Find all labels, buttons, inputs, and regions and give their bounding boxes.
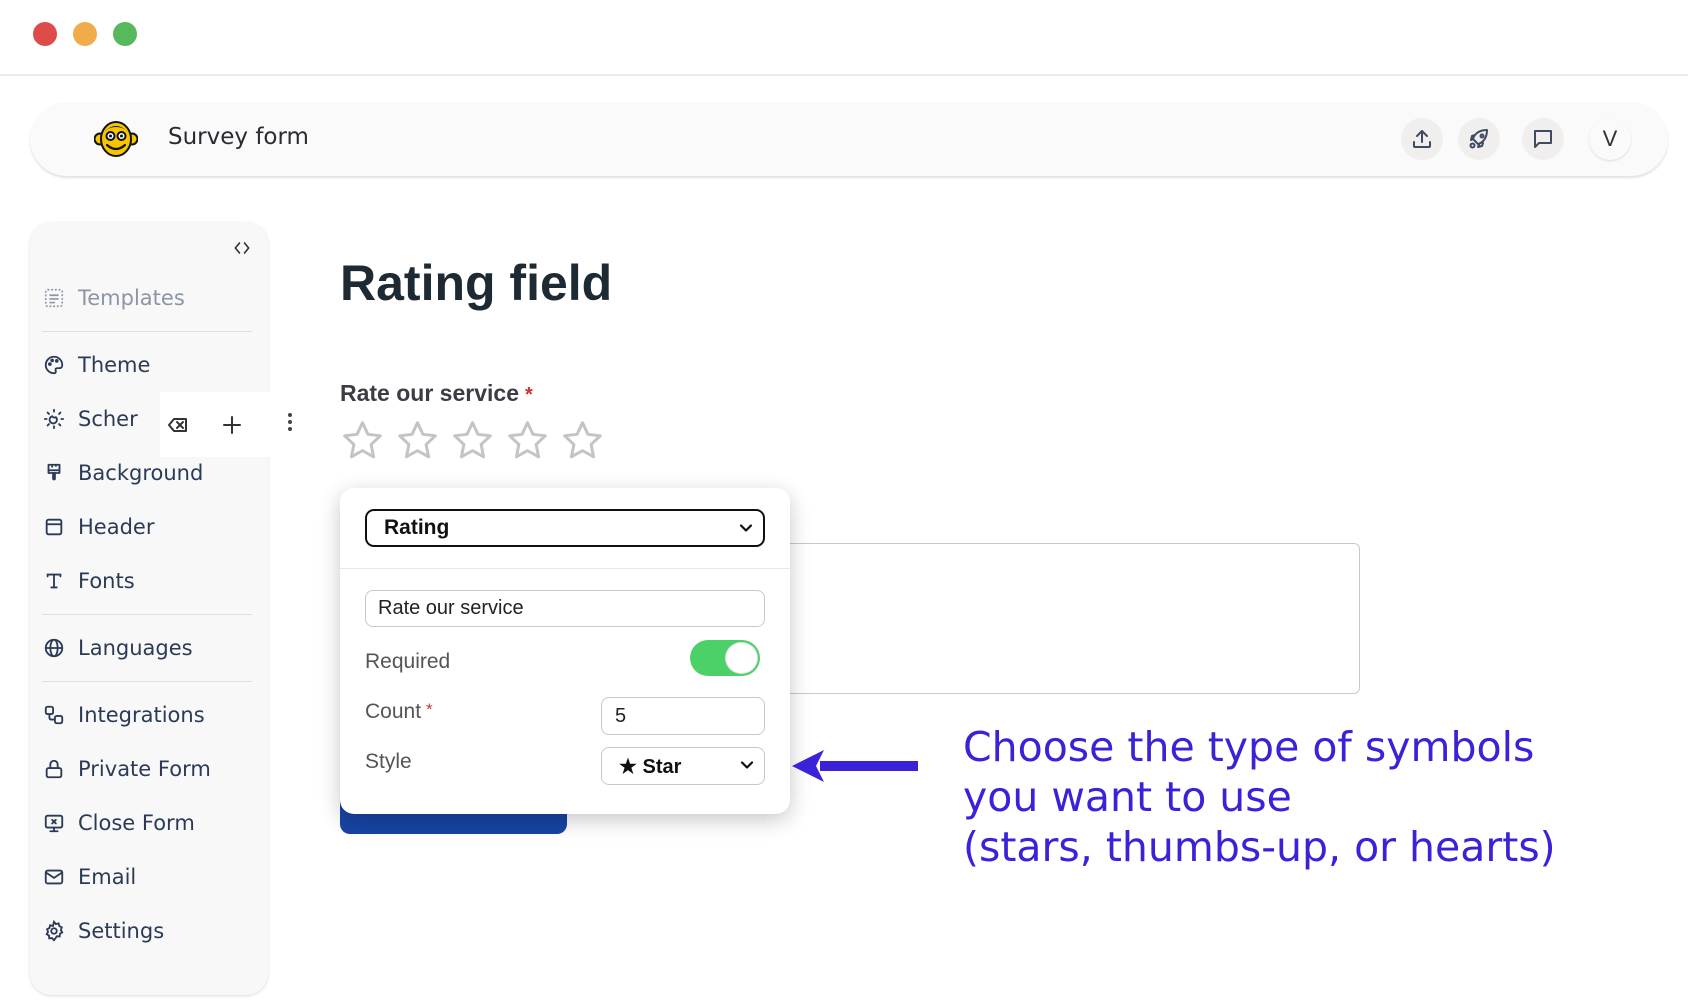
style-select[interactable]: ★ Star xyxy=(601,747,765,785)
toggle-knob xyxy=(725,642,758,674)
window-close-button[interactable] xyxy=(33,22,57,46)
popup-divider xyxy=(340,568,790,569)
field-type-select[interactable]: Rating xyxy=(365,509,765,547)
sidebar-item-label: Background xyxy=(78,461,204,485)
upload-button[interactable] xyxy=(1401,118,1443,160)
rocket-icon xyxy=(1469,129,1488,149)
sidebar-divider xyxy=(42,331,252,332)
type-icon xyxy=(42,569,66,593)
required-label: Required xyxy=(365,650,451,673)
sidebar-divider xyxy=(42,614,252,615)
field-settings-popup: Rating Rate our service Required Count * … xyxy=(340,488,790,814)
integrations-icon xyxy=(42,703,66,727)
palette-icon xyxy=(42,353,66,377)
sidebar-item-integrations[interactable]: Integrations xyxy=(42,695,256,735)
publish-button[interactable] xyxy=(1458,118,1500,160)
field-hover-toolbar xyxy=(160,392,270,457)
more-options-button[interactable] xyxy=(278,404,302,440)
star-icon[interactable] xyxy=(340,418,385,463)
star-icon[interactable] xyxy=(450,418,495,463)
star-icon[interactable] xyxy=(560,418,605,463)
question-label: Rate our service * xyxy=(340,380,533,407)
sidebar-item-label: Languages xyxy=(78,636,193,660)
kebab-icon xyxy=(288,413,292,431)
sidebar-item-label: Fonts xyxy=(78,569,135,593)
sidebar-item-email[interactable]: Email xyxy=(42,857,256,897)
sidebar-item-templates[interactable]: Templates xyxy=(42,278,256,318)
feedback-button[interactable] xyxy=(1522,118,1564,160)
annotation-arrow-icon xyxy=(792,750,918,782)
lock-icon xyxy=(42,757,66,781)
chevron-down-icon xyxy=(740,761,754,769)
mail-icon xyxy=(42,865,66,889)
style-label: Style xyxy=(365,750,412,773)
chrome-divider xyxy=(0,74,1688,76)
user-avatar[interactable]: V xyxy=(1589,118,1631,160)
gear-icon xyxy=(42,919,66,943)
window-maximize-button[interactable] xyxy=(113,22,137,46)
globe-icon xyxy=(42,636,66,660)
sidebar-item-languages[interactable]: Languages xyxy=(42,628,256,668)
required-marker: * xyxy=(524,384,533,406)
required-marker: * xyxy=(426,700,433,719)
chevron-down-icon xyxy=(739,524,753,532)
sidebar-item-label: Settings xyxy=(78,919,165,943)
count-label-text: Count xyxy=(365,700,422,723)
chat-icon xyxy=(1534,130,1552,148)
sidebar-item-label: Integrations xyxy=(78,703,205,727)
window-minimize-button[interactable] xyxy=(73,22,97,46)
delete-field-button[interactable] xyxy=(160,407,196,443)
question-text: Rate our service xyxy=(340,380,519,406)
add-field-button[interactable] xyxy=(214,407,250,443)
textarea-field[interactable] xyxy=(760,543,1360,694)
required-toggle[interactable] xyxy=(690,640,760,676)
plus-icon xyxy=(223,415,241,434)
sidebar: Templates Theme Scher Background Header … xyxy=(30,222,268,995)
sidebar-item-private-form[interactable]: Private Form xyxy=(42,749,256,789)
sidebar-item-fonts[interactable]: Fonts xyxy=(42,561,256,601)
paint-brush-icon xyxy=(42,461,66,485)
collapse-sidebar-button[interactable] xyxy=(228,236,256,260)
count-label: Count * xyxy=(365,700,433,724)
templates-icon xyxy=(42,286,66,310)
app-title: Survey form xyxy=(168,124,309,150)
sidebar-item-background[interactable]: Background xyxy=(42,453,256,493)
page-title: Rating field xyxy=(340,255,613,311)
field-type-value: Rating xyxy=(384,516,450,539)
annotation-text: Choose the type of symbols you want to u… xyxy=(963,723,1556,871)
sidebar-item-header[interactable]: Header xyxy=(42,507,256,547)
app-header: Survey form V xyxy=(30,102,1668,176)
star-rating xyxy=(340,418,605,463)
sidebar-item-label: Private Form xyxy=(78,757,211,781)
code-brackets-icon xyxy=(234,242,250,254)
sidebar-item-label: Theme xyxy=(78,353,151,377)
sidebar-item-label: Templates xyxy=(78,286,185,310)
star-icon[interactable] xyxy=(505,418,550,463)
sidebar-divider xyxy=(42,681,252,682)
field-label-input[interactable]: Rate our service xyxy=(365,590,765,627)
sun-moon-icon xyxy=(42,407,66,431)
sidebar-item-settings[interactable]: Settings xyxy=(42,911,256,951)
sidebar-item-close-form[interactable]: Close Form xyxy=(42,803,256,843)
sidebar-item-label: Header xyxy=(78,515,155,539)
star-icon[interactable] xyxy=(395,418,440,463)
style-value: ★ Star xyxy=(619,755,682,778)
monkey-logo-icon[interactable] xyxy=(93,117,139,161)
backspace-icon xyxy=(168,417,187,432)
upload-icon xyxy=(1413,130,1431,148)
header-layout-icon xyxy=(42,515,66,539)
sidebar-item-label: Close Form xyxy=(78,811,195,835)
screen-x-icon xyxy=(42,811,66,835)
sidebar-item-theme[interactable]: Theme xyxy=(42,345,256,385)
sidebar-item-label: Scher xyxy=(78,407,138,431)
sidebar-item-label: Email xyxy=(78,865,137,889)
count-input[interactable]: 5 xyxy=(601,697,765,735)
